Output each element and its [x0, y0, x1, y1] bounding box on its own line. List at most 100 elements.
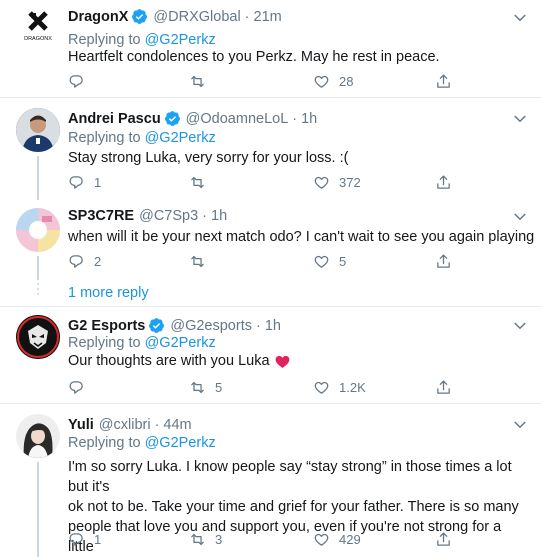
tweet-text: Heartfelt condolences to you Perkz. May …: [68, 49, 440, 65]
share-button[interactable]: [435, 531, 461, 548]
reply-icon: [69, 381, 83, 394]
tweet-text: Our thoughts are with you Luka: [68, 351, 291, 371]
avatar[interactable]: [16, 108, 60, 152]
retweet-button[interactable]: 5: [189, 379, 222, 396]
tweet-text: when will it be your next match odo? I c…: [68, 229, 535, 245]
display-name[interactable]: DragonX: [68, 9, 128, 25]
more-replies-link[interactable]: 1 more reply: [68, 285, 149, 301]
replying-label: Replying to: [68, 32, 141, 48]
abstract-avatar-icon: [16, 208, 60, 252]
share-icon: [437, 175, 450, 189]
replying-to: Replying to @G2Perkz: [68, 32, 216, 48]
tweet-actions: 28: [68, 73, 508, 93]
tweet-g2-esports[interactable]: G2 Esports @G2esports · 1h Replying to @…: [0, 307, 541, 403]
separator-dot: ·: [292, 110, 298, 127]
user-handle[interactable]: @C7Sp3: [139, 208, 198, 224]
person-photo-icon: [16, 414, 60, 458]
display-name[interactable]: Andrei Pascu: [68, 111, 161, 127]
user-handle[interactable]: @cxlibri: [99, 417, 151, 433]
replying-label: Replying to: [68, 435, 141, 451]
like-button[interactable]: 28: [313, 73, 353, 90]
reply-count: 1: [94, 532, 102, 547]
tweet-header: Yuli @cxlibri · 44m: [68, 417, 192, 433]
tweet-sp3c7re[interactable]: SP3C7RE @C7Sp3 · 1h when will it be your…: [0, 200, 541, 280]
share-icon: [437, 74, 450, 88]
reply-button[interactable]: 2: [68, 253, 101, 270]
timestamp[interactable]: 1h: [301, 111, 317, 127]
share-button[interactable]: [435, 253, 461, 270]
like-count: 372: [339, 175, 361, 190]
retweet-icon: [191, 533, 204, 546]
tweet-text-line: ok not to be. Take your time and grief f…: [68, 499, 519, 515]
reply-icon: [69, 176, 83, 189]
tweet-header: DragonX @DRXGlobal · 21m: [68, 8, 282, 25]
tweet-dragonx[interactable]: DRAGONX DragonX @DRXGlobal · 21m Replyin…: [0, 0, 541, 98]
timestamp[interactable]: 21m: [254, 9, 282, 25]
avatar[interactable]: [16, 208, 60, 252]
person-photo-icon: [16, 108, 60, 152]
like-count: 28: [339, 74, 354, 89]
like-button[interactable]: 429: [313, 531, 361, 548]
retweet-button[interactable]: 3: [189, 531, 222, 548]
user-handle[interactable]: @DRXGlobal: [153, 9, 240, 25]
replying-label: Replying to: [68, 130, 141, 146]
share-icon: [437, 380, 450, 394]
timestamp[interactable]: 1h: [211, 208, 227, 224]
avatar[interactable]: DRAGONX: [16, 6, 60, 50]
reply-button[interactable]: [68, 379, 94, 396]
reply-button[interactable]: 1: [68, 531, 101, 548]
like-button[interactable]: 1.2K: [313, 379, 366, 396]
chevron-down-icon[interactable]: [511, 110, 529, 128]
chevron-down-icon[interactable]: [511, 317, 529, 335]
dragonx-logo-icon: DRAGONX: [24, 11, 52, 42]
timestamp[interactable]: 44m: [163, 417, 191, 433]
reply-count: 1: [94, 175, 102, 190]
timestamp[interactable]: 1h: [265, 318, 281, 334]
chevron-down-icon[interactable]: [511, 208, 529, 226]
retweet-count: 3: [215, 532, 223, 547]
chevron-down-icon[interactable]: [511, 9, 529, 27]
share-button[interactable]: [435, 174, 461, 191]
replying-to: Replying to @G2Perkz: [68, 130, 216, 146]
reply-button[interactable]: 1: [68, 174, 101, 191]
replying-to: Replying to @G2Perkz: [68, 335, 216, 351]
replying-to-link[interactable]: @G2Perkz: [145, 130, 216, 146]
separator-dot: ·: [202, 208, 207, 224]
share-button[interactable]: [435, 379, 461, 396]
retweet-icon: [191, 176, 204, 189]
reply-button[interactable]: [68, 73, 94, 90]
tweet-actions: 1 3 429: [68, 531, 508, 551]
display-name[interactable]: G2 Esports: [68, 318, 145, 334]
tweet-actions: 1 372: [68, 174, 508, 194]
retweet-icon: [191, 75, 204, 88]
avatar-text: DRAGONX: [24, 36, 52, 42]
tweet-text-line: I'm so sorry Luka. I know people say “st…: [68, 459, 512, 495]
reply-count: 2: [94, 254, 102, 269]
separator-dot: ·: [244, 8, 250, 25]
user-handle[interactable]: @G2esports: [170, 318, 252, 334]
replying-to-link[interactable]: @G2Perkz: [145, 435, 216, 451]
replying-to-link[interactable]: @G2Perkz: [145, 32, 216, 48]
display-name[interactable]: SP3C7RE: [68, 208, 134, 224]
replying-to-link[interactable]: @G2Perkz: [145, 335, 216, 351]
like-button[interactable]: 5: [313, 253, 346, 270]
avatar[interactable]: [16, 414, 60, 458]
retweet-button[interactable]: [189, 253, 215, 270]
g2-logo-icon: [16, 315, 60, 359]
separator-dot: ·: [255, 317, 261, 334]
tweet-yuli[interactable]: Yuli @cxlibri · 44m Replying to @G2Perkz…: [0, 404, 541, 557]
retweet-button[interactable]: [189, 174, 215, 191]
user-handle[interactable]: @OdoamneLoL: [186, 111, 289, 127]
retweet-button[interactable]: [189, 73, 215, 90]
tweet-actions: 2 5: [68, 253, 508, 273]
tweet-actions: 5 1.2K: [68, 379, 508, 399]
chevron-down-icon[interactable]: [511, 416, 529, 434]
avatar[interactable]: [16, 315, 60, 359]
retweet-icon: [191, 381, 204, 394]
share-icon: [437, 532, 450, 546]
display-name[interactable]: Yuli: [68, 417, 94, 433]
share-button[interactable]: [435, 73, 461, 90]
verified-badge-icon: [164, 111, 180, 126]
like-button[interactable]: 372: [313, 174, 361, 191]
tweet-andrei-pascu[interactable]: Andrei Pascu @OdoamneLoL · 1h Replying t…: [0, 98, 541, 200]
